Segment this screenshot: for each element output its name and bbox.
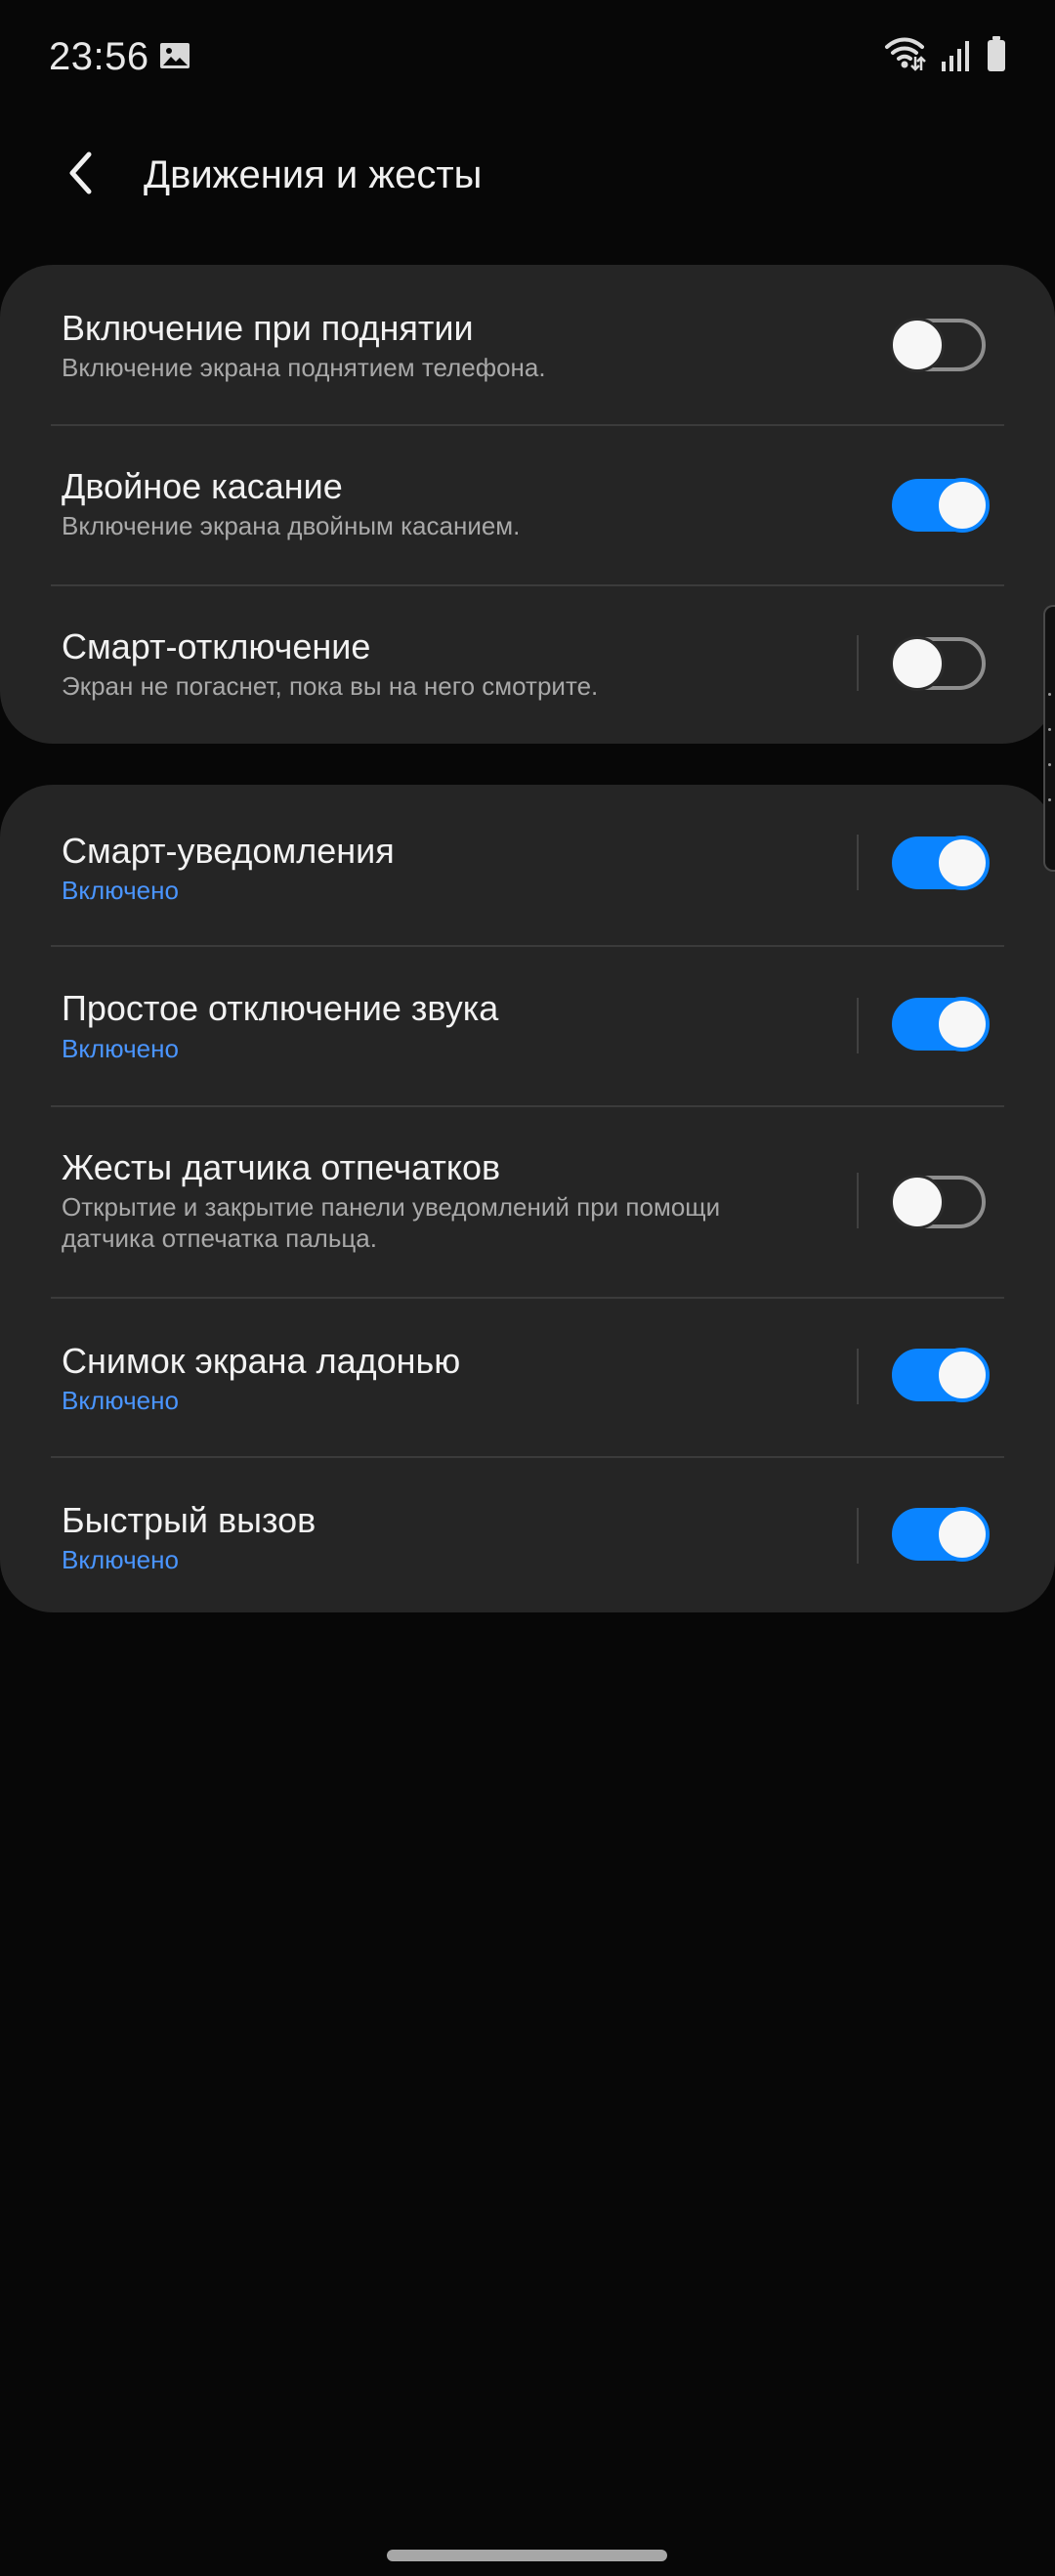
- vertical-divider: [857, 635, 859, 691]
- gesture-settings-card: Смарт-уведомления Включено Простое отклю…: [0, 785, 1055, 1612]
- setting-description: Экран не погаснет, пока вы на него смотр…: [62, 671, 599, 701]
- edge-panel-handle[interactable]: [1043, 605, 1055, 872]
- vertical-divider: [857, 1349, 859, 1404]
- toggle-knob: [935, 836, 990, 890]
- setting-status: Включено: [62, 1386, 179, 1415]
- smart-stay-toggle[interactable]: [890, 636, 986, 691]
- setting-description: Включение экрана двойным касанием.: [62, 511, 521, 540]
- toggle-knob: [935, 1348, 990, 1402]
- battery-icon: [985, 34, 1008, 78]
- setting-row-direct-call[interactable]: Быстрый вызов Включено: [0, 1458, 1055, 1612]
- setting-status: Включено: [62, 1545, 179, 1574]
- status-time: 23:56: [49, 35, 149, 78]
- vertical-divider: [857, 835, 859, 890]
- toggle-knob: [935, 997, 990, 1052]
- palm-swipe-capture-toggle[interactable]: [892, 1348, 990, 1402]
- setting-row-palm-swipe-capture[interactable]: Снимок экрана ладонью Включено: [0, 1299, 1055, 1456]
- vertical-divider: [857, 1508, 859, 1564]
- toggle-knob: [890, 318, 945, 372]
- status-icons: [883, 33, 1008, 78]
- setting-title: Двойное касание: [62, 466, 343, 506]
- setting-row-easy-mute[interactable]: Простое отключение звука Включено: [0, 947, 1055, 1105]
- setting-row-lift-to-wake[interactable]: Включение при поднятии Включение экрана …: [0, 265, 1055, 424]
- home-indicator[interactable]: [387, 2550, 667, 2561]
- setting-row-finger-sensor-gestures[interactable]: Жесты датчика отпечатков Открытие и закр…: [0, 1107, 1055, 1297]
- setting-status: Включено: [62, 876, 179, 905]
- setting-title: Смарт-уведомления: [62, 831, 395, 871]
- edge-handle-dot: [1048, 763, 1051, 766]
- toggle-knob: [890, 636, 945, 691]
- setting-title: Быстрый вызов: [62, 1500, 316, 1540]
- setting-row-smart-alert[interactable]: Смарт-уведомления Включено: [0, 785, 1055, 945]
- gallery-icon: [158, 39, 191, 72]
- toggle-knob: [935, 478, 990, 533]
- page-title: Движения и жесты: [144, 153, 483, 196]
- direct-call-toggle[interactable]: [892, 1507, 990, 1562]
- edge-handle-dot: [1048, 798, 1051, 801]
- finger-sensor-gestures-toggle[interactable]: [890, 1175, 986, 1229]
- setting-title: Включение при поднятии: [62, 308, 474, 348]
- easy-mute-toggle[interactable]: [892, 997, 990, 1052]
- edge-handle-dot: [1048, 693, 1051, 696]
- lift-to-wake-toggle[interactable]: [890, 318, 986, 372]
- smart-alert-toggle[interactable]: [892, 836, 990, 890]
- setting-row-smart-stay[interactable]: Смарт-отключение Экран не погаснет, пока…: [0, 586, 1055, 744]
- toggle-knob: [935, 1507, 990, 1562]
- toggle-knob: [890, 1175, 945, 1229]
- wifi-icon: [883, 34, 926, 78]
- setting-title: Жесты датчика отпечатков: [62, 1147, 501, 1187]
- vertical-divider: [857, 1173, 859, 1228]
- setting-status: Включено: [62, 1034, 179, 1063]
- edge-handle-dot: [1048, 728, 1051, 731]
- back-icon: [64, 149, 98, 202]
- display-wake-settings-card: Включение при поднятии Включение экрана …: [0, 265, 1055, 744]
- signal-icon: [940, 34, 971, 78]
- setting-description: Включение экрана поднятием телефона.: [62, 353, 546, 382]
- vertical-divider: [857, 998, 859, 1053]
- setting-title: Смарт-отключение: [62, 626, 371, 666]
- status-bar: 23:56: [0, 0, 1055, 109]
- setting-title: Снимок экрана ладонью: [62, 1341, 461, 1381]
- setting-description: Открытие и закрытие панели уведомлений п…: [62, 1192, 721, 1253]
- back-button[interactable]: [49, 137, 113, 213]
- setting-title: Простое отключение звука: [62, 988, 499, 1028]
- double-tap-toggle[interactable]: [892, 478, 990, 533]
- setting-row-double-tap[interactable]: Двойное касание Включение экрана двойным…: [0, 426, 1055, 584]
